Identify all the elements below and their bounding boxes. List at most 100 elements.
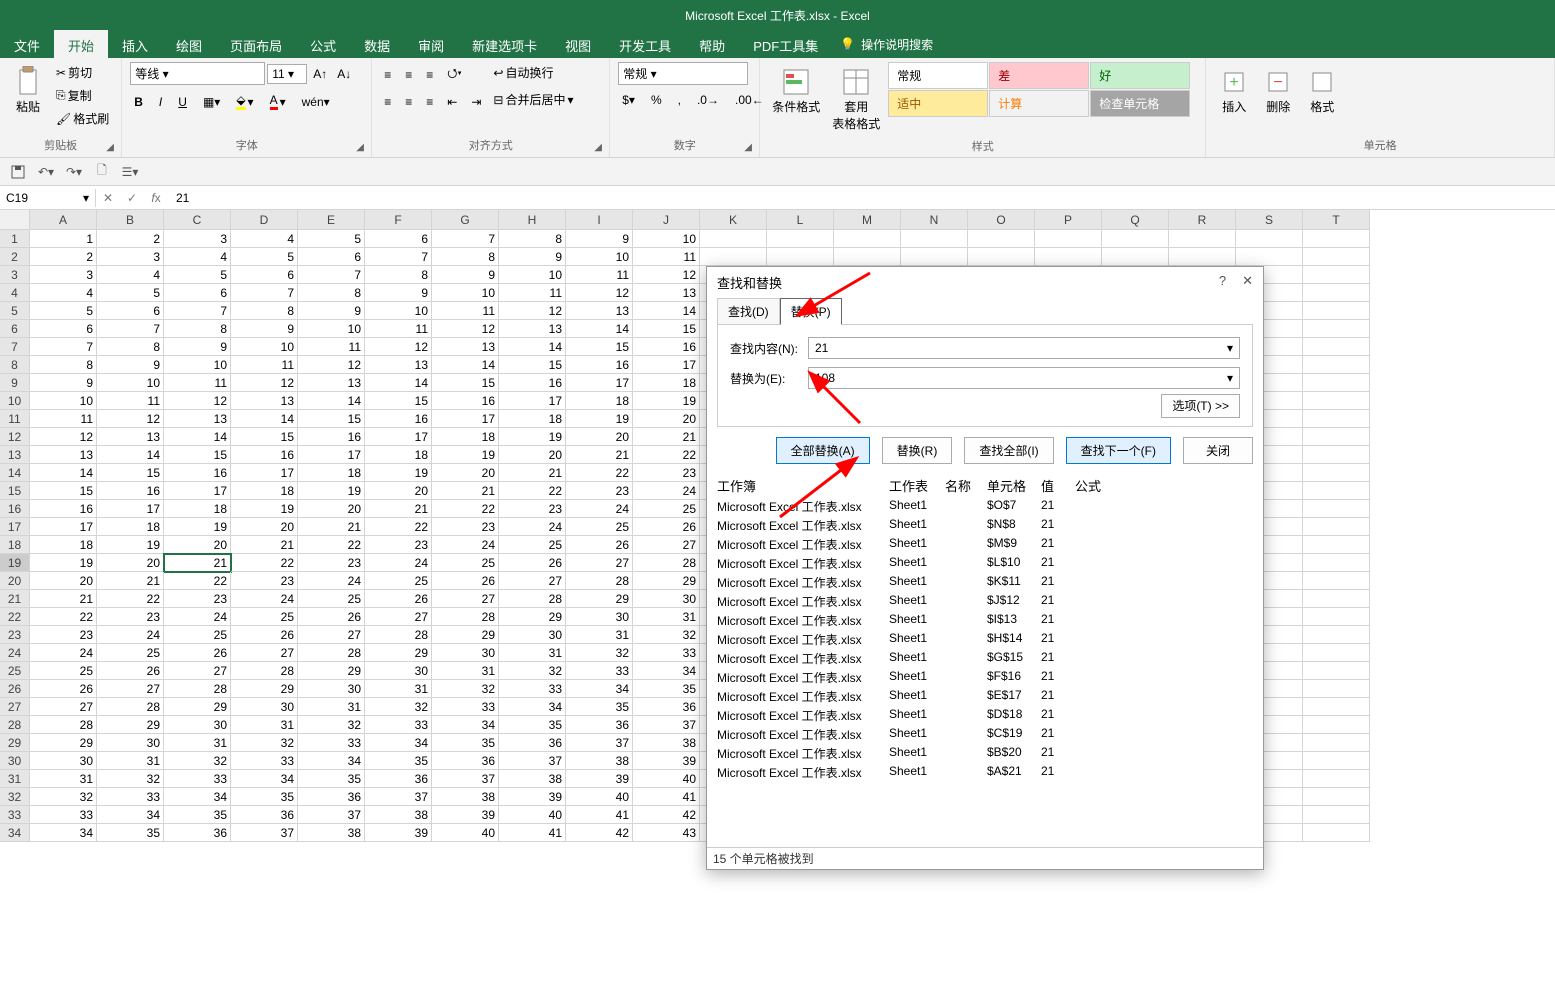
- cell[interactable]: 32: [30, 788, 97, 806]
- cell[interactable]: 12: [633, 266, 700, 284]
- redo-button[interactable]: ↷▾: [64, 162, 84, 182]
- cell[interactable]: 24: [365, 554, 432, 572]
- cell[interactable]: [1303, 608, 1370, 626]
- style-good[interactable]: 好: [1090, 62, 1190, 89]
- cell[interactable]: 28: [633, 554, 700, 572]
- cell[interactable]: [1303, 410, 1370, 428]
- cell[interactable]: 16: [499, 374, 566, 392]
- cell[interactable]: 26: [298, 608, 365, 626]
- cell[interactable]: 19: [298, 482, 365, 500]
- row-header-8[interactable]: 8: [0, 356, 30, 374]
- cell[interactable]: 28: [298, 644, 365, 662]
- cell[interactable]: 5: [97, 284, 164, 302]
- bold-button[interactable]: B: [130, 93, 147, 111]
- cell[interactable]: 25: [164, 626, 231, 644]
- cell[interactable]: 36: [633, 698, 700, 716]
- cell[interactable]: 19: [231, 500, 298, 518]
- cell[interactable]: 15: [633, 320, 700, 338]
- cell[interactable]: 17: [365, 428, 432, 446]
- row-header-31[interactable]: 31: [0, 770, 30, 788]
- cell[interactable]: 20: [231, 518, 298, 536]
- cell[interactable]: 23: [164, 590, 231, 608]
- cell[interactable]: 23: [432, 518, 499, 536]
- cell[interactable]: 39: [365, 824, 432, 842]
- cell[interactable]: 18: [30, 536, 97, 554]
- cell[interactable]: 33: [633, 644, 700, 662]
- cell[interactable]: 5: [298, 230, 365, 248]
- col-header-B[interactable]: B: [97, 210, 164, 230]
- cell[interactable]: 31: [365, 680, 432, 698]
- cell[interactable]: 28: [30, 716, 97, 734]
- result-row[interactable]: Microsoft Excel 工作表.xlsxSheet1$G$1521: [717, 649, 1253, 668]
- cell[interactable]: 36: [566, 716, 633, 734]
- cell[interactable]: 13: [164, 410, 231, 428]
- cell[interactable]: 26: [499, 554, 566, 572]
- align-middle-button[interactable]: ≡: [401, 66, 416, 84]
- cell[interactable]: 34: [566, 680, 633, 698]
- cell[interactable]: 16: [365, 410, 432, 428]
- cell[interactable]: 21: [432, 482, 499, 500]
- cell[interactable]: 21: [499, 464, 566, 482]
- cell[interactable]: [1303, 446, 1370, 464]
- cell[interactable]: 13: [566, 302, 633, 320]
- cell[interactable]: 5: [231, 248, 298, 266]
- cell[interactable]: 40: [566, 788, 633, 806]
- cell[interactable]: 2: [97, 230, 164, 248]
- cell[interactable]: 18: [566, 392, 633, 410]
- cell[interactable]: 30: [365, 662, 432, 680]
- align-bottom-button[interactable]: ≡: [422, 66, 437, 84]
- cell[interactable]: 23: [499, 500, 566, 518]
- cell[interactable]: 8: [164, 320, 231, 338]
- cell[interactable]: 15: [164, 446, 231, 464]
- row-header-20[interactable]: 20: [0, 572, 30, 590]
- cell[interactable]: 10: [30, 392, 97, 410]
- merge-center-button[interactable]: ⊟合并后居中▾: [489, 89, 577, 110]
- cell[interactable]: 13: [298, 374, 365, 392]
- italic-button[interactable]: I: [155, 93, 166, 111]
- col-header-C[interactable]: C: [164, 210, 231, 230]
- cell[interactable]: 14: [432, 356, 499, 374]
- cell[interactable]: 33: [499, 680, 566, 698]
- result-row[interactable]: Microsoft Excel 工作表.xlsxSheet1$K$1121: [717, 573, 1253, 592]
- result-row[interactable]: Microsoft Excel 工作表.xlsxSheet1$E$1721: [717, 687, 1253, 706]
- replace-input[interactable]: 108▾: [808, 367, 1240, 389]
- cell[interactable]: 37: [231, 824, 298, 842]
- cell[interactable]: 3: [97, 248, 164, 266]
- cell[interactable]: 29: [365, 644, 432, 662]
- cell[interactable]: 18: [633, 374, 700, 392]
- cell[interactable]: [1303, 284, 1370, 302]
- cell[interactable]: 17: [164, 482, 231, 500]
- cell[interactable]: 26: [633, 518, 700, 536]
- col-header-S[interactable]: S: [1236, 210, 1303, 230]
- format-cells-button[interactable]: 格式: [1302, 62, 1342, 119]
- cell[interactable]: 31: [231, 716, 298, 734]
- cell[interactable]: 21: [633, 428, 700, 446]
- col-header-O[interactable]: O: [968, 210, 1035, 230]
- cell[interactable]: 31: [298, 698, 365, 716]
- cell[interactable]: 12: [97, 410, 164, 428]
- cell[interactable]: 25: [365, 572, 432, 590]
- cell[interactable]: [1303, 680, 1370, 698]
- cell[interactable]: 9: [231, 320, 298, 338]
- tab-replace[interactable]: 替换(P): [780, 298, 842, 325]
- cell[interactable]: 39: [432, 806, 499, 824]
- cell[interactable]: 34: [164, 788, 231, 806]
- row-header-11[interactable]: 11: [0, 410, 30, 428]
- fx-button[interactable]: fx: [144, 191, 168, 205]
- cell[interactable]: [901, 248, 968, 266]
- cell[interactable]: 31: [432, 662, 499, 680]
- row-header-22[interactable]: 22: [0, 608, 30, 626]
- number-dialog-launcher-icon[interactable]: ◢: [744, 142, 756, 154]
- cell[interactable]: 33: [365, 716, 432, 734]
- cell[interactable]: 13: [231, 392, 298, 410]
- cell[interactable]: 29: [97, 716, 164, 734]
- cut-button[interactable]: ✂剪切: [52, 62, 113, 83]
- row-header-21[interactable]: 21: [0, 590, 30, 608]
- cell[interactable]: 27: [432, 590, 499, 608]
- menu-tab-11[interactable]: 帮助: [685, 30, 739, 58]
- cell[interactable]: 40: [633, 770, 700, 788]
- col-header-F[interactable]: F: [365, 210, 432, 230]
- cell[interactable]: 14: [298, 392, 365, 410]
- cell[interactable]: 16: [432, 392, 499, 410]
- result-row[interactable]: Microsoft Excel 工作表.xlsxSheet1$C$1921: [717, 725, 1253, 744]
